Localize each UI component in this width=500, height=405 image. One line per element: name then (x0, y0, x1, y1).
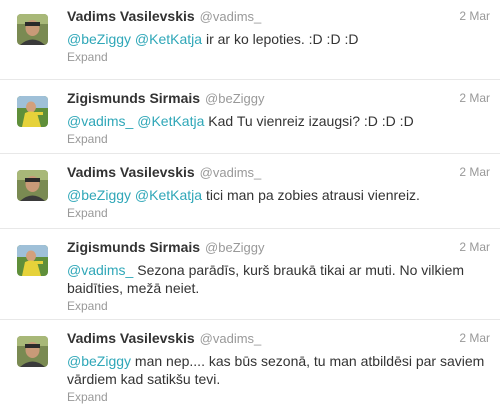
tweet-header: Zigismunds Sirmais @beZiggy (67, 90, 490, 110)
tweet[interactable]: Zigismunds Sirmais @beZiggy 2 Mar @vadim… (0, 80, 500, 154)
tweet-fullname[interactable]: Vadims Vasilevskis (67, 330, 195, 346)
tweet-body: ir ar ko lepoties. :D :D :D (205, 31, 359, 47)
mention-link[interactable]: @KetKatja (135, 187, 202, 203)
tweet-timestamp[interactable]: 2 Mar (459, 165, 490, 179)
tweet-fullname[interactable]: Zigismunds Sirmais (67, 90, 200, 106)
avatar[interactable] (17, 14, 48, 45)
tweet-username[interactable]: @vadims_ (200, 9, 262, 24)
mention-link[interactable]: @beZiggy (67, 187, 131, 203)
mention-link[interactable]: @beZiggy (67, 31, 131, 47)
expand-link[interactable]: Expand (67, 50, 490, 65)
tweet-timestamp[interactable]: 2 Mar (459, 9, 490, 23)
avatar[interactable] (17, 170, 48, 201)
tweet-timeline: Vadims Vasilevskis @vadims_ 2 Mar @beZig… (0, 0, 500, 404)
expand-link[interactable]: Expand (67, 206, 490, 221)
avatar-ziggy-icon (17, 245, 48, 276)
avatar[interactable] (17, 245, 48, 276)
tweet-fullname[interactable]: Zigismunds Sirmais (67, 239, 200, 255)
tweet-timestamp[interactable]: 2 Mar (459, 91, 490, 105)
tweet[interactable]: Vadims Vasilevskis @vadims_ 2 Mar @beZig… (0, 154, 500, 229)
tweet-timestamp[interactable]: 2 Mar (459, 240, 490, 254)
tweet-header: Vadims Vasilevskis @vadims_ (67, 164, 490, 184)
tweet-text: @vadims_ @KetKatja Kad Tu vienreiz izaug… (67, 112, 490, 130)
tweet-username[interactable]: @beZiggy (205, 240, 264, 255)
tweet-fullname[interactable]: Vadims Vasilevskis (67, 164, 195, 180)
tweet-body: Kad Tu vienreiz izaugsi? :D :D :D (208, 113, 414, 129)
tweet-header: Vadims Vasilevskis @vadims_ (67, 8, 490, 28)
tweet-text: @beZiggy @KetKatja ir ar ko lepoties. :D… (67, 30, 490, 48)
mention-link[interactable]: @KetKatja (137, 113, 204, 129)
mention-link[interactable]: @vadims_ (67, 113, 133, 129)
avatar-vadims-icon (17, 336, 48, 367)
tweet-username[interactable]: @vadims_ (200, 331, 262, 346)
tweet-body: tici man pa zobies atrausi vienreiz. (205, 187, 420, 203)
expand-link[interactable]: Expand (67, 390, 490, 405)
expand-link[interactable]: Expand (67, 132, 490, 147)
avatar[interactable] (17, 96, 48, 127)
mention-link[interactable]: @vadims_ (67, 262, 133, 278)
tweet[interactable]: Zigismunds Sirmais @beZiggy 2 Mar @vadim… (0, 229, 500, 320)
tweet-text: @beZiggy man nep.... kas būs sezonā, tu … (67, 352, 490, 388)
tweet-text: @vadims_ Sezona parādīs, kurš braukā tik… (67, 261, 490, 297)
tweet-username[interactable]: @beZiggy (205, 91, 264, 106)
tweet[interactable]: Vadims Vasilevskis @vadims_ 2 Mar @beZig… (0, 320, 500, 404)
tweet-text: @beZiggy @KetKatja tici man pa zobies at… (67, 186, 490, 204)
tweet-username[interactable]: @vadims_ (200, 165, 262, 180)
tweet-header: Vadims Vasilevskis @vadims_ (67, 330, 490, 350)
mention-link[interactable]: @KetKatja (135, 31, 202, 47)
tweet-fullname[interactable]: Vadims Vasilevskis (67, 8, 195, 24)
tweet[interactable]: Vadims Vasilevskis @vadims_ 2 Mar @beZig… (0, 0, 500, 80)
expand-link[interactable]: Expand (67, 299, 490, 314)
tweet-timestamp[interactable]: 2 Mar (459, 331, 490, 345)
avatar-vadims-icon (17, 14, 48, 45)
avatar[interactable] (17, 336, 48, 367)
tweet-header: Zigismunds Sirmais @beZiggy (67, 239, 490, 259)
mention-link[interactable]: @beZiggy (67, 353, 131, 369)
avatar-vadims-icon (17, 170, 48, 201)
avatar-ziggy-icon (17, 96, 48, 127)
